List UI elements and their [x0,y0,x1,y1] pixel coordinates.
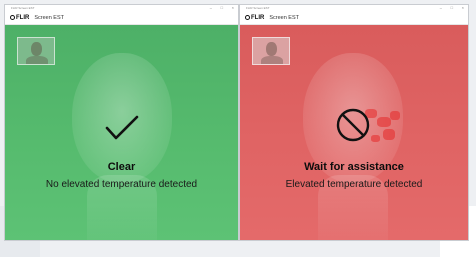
status-message: No elevated temperature detected [45,179,198,190]
hotspot-region [371,135,380,142]
flir-brand-text: FLIR [251,14,265,21]
thumbnail-body [261,56,283,64]
flir-logo: FLIR [10,15,29,21]
status-headline: Wait for assistance [304,161,404,173]
thumbnail-body [26,56,48,64]
screen-est-window-elevated: FLIR Screen EST – □ × FLIR Screen EST Wa… [239,4,469,241]
flir-brand-text: FLIR [16,14,30,21]
prohibited-icon [336,108,370,142]
hotspot-region [383,129,395,140]
app-header: FLIR Screen EST [5,11,238,25]
flir-logo-mark-icon [10,15,15,20]
camera-thumbnail [252,37,290,65]
screening-result-panel: Wait for assistance Elevated temperature… [240,25,468,240]
thumbnail-face [31,42,42,56]
camera-thumbnail [17,37,55,65]
screening-result-panel: Clear No elevated temperature detected [5,25,238,240]
screen-est-window-clear: FLIR Screen EST – □ × FLIR Screen EST Cl… [4,4,239,241]
app-name: Screen EST [269,14,299,21]
thumbnail-face [266,42,277,56]
app-header: FLIR Screen EST [240,11,468,25]
status-headline: Clear [107,161,136,173]
hotspot-region [390,111,400,120]
flir-logo: FLIR [245,15,264,21]
checkmark-icon [105,115,139,140]
app-name: Screen EST [34,14,64,21]
status-message: Elevated temperature detected [285,179,423,190]
hotspot-region [377,117,391,127]
flir-logo-mark-icon [245,15,250,20]
